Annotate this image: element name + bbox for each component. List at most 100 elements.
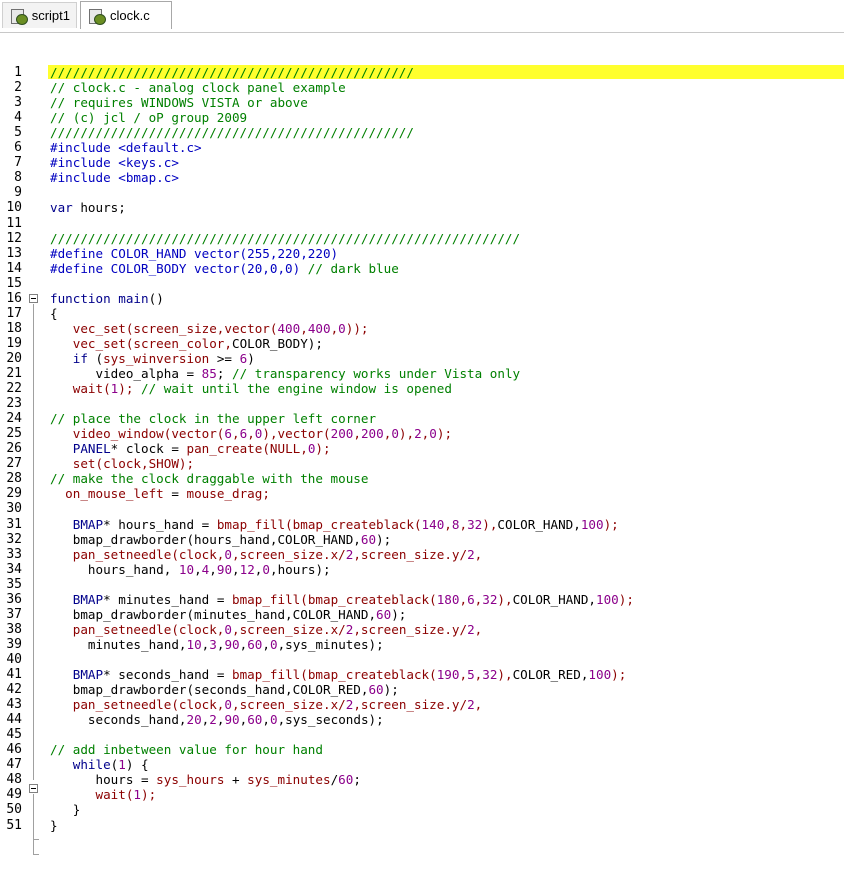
code-text: } <box>50 802 81 818</box>
code-line[interactable]: 5 ///////////////////////////////////////… <box>0 126 844 140</box>
code-line[interactable]: 19 vec_set(screen_color,COLOR_BODY); <box>0 336 844 351</box>
code-line[interactable]: 32 bmap_drawborder(hours_hand,COLOR_HAND… <box>0 532 844 547</box>
code-token: 100 <box>588 667 612 682</box>
code-token: BMAP <box>72 591 104 607</box>
code-token: , <box>194 561 202 577</box>
code-token: , <box>209 561 217 577</box>
line-number: 20 <box>6 350 22 366</box>
code-token: , <box>444 516 452 532</box>
code-line[interactable]: 10 var hours; <box>0 201 844 215</box>
code-text: hours_hand, 10,4,90,12,0,hours); <box>50 561 331 577</box>
fold-guide <box>33 794 34 839</box>
code-token: seconds_hand, <box>50 712 187 728</box>
code-token: ), <box>497 591 513 607</box>
code-line[interactable]: 31 BMAP* hours_hand = bmap_fill(bmap_cre… <box>0 516 844 532</box>
code-line[interactable]: 27 set(clock,SHOW); <box>0 457 844 471</box>
code-line[interactable]: 12 //////////////////////////////////////… <box>0 231 844 246</box>
code-line[interactable]: 18 vec_set(screen_size,vector(400,400,0)… <box>0 321 844 336</box>
code-text: wait(1); <box>50 787 157 803</box>
code-line[interactable]: 41 BMAP* seconds_hand = bmap_fill(bmap_c… <box>0 668 844 682</box>
code-token: #include <keys.c> <box>50 155 179 171</box>
code-line[interactable]: 9 <box>0 186 844 200</box>
tab-label: clock.c <box>110 8 150 23</box>
code-line[interactable]: 7 #include <keys.c> <box>0 156 844 170</box>
code-token: 0 <box>224 697 232 713</box>
code-line[interactable]: 23 <box>0 397 844 411</box>
code-line[interactable]: 50 } <box>0 803 844 817</box>
code-token: 6 <box>224 426 232 442</box>
code-text: vec_set(screen_size,vector(400,400,0)); <box>50 321 369 336</box>
code-line[interactable]: 34 hours_hand, 10,4,90,12,0,hours); <box>0 561 844 577</box>
code-line[interactable]: 13 #define COLOR_HAND vector(255,220,220) <box>0 246 844 261</box>
code-line[interactable]: 37 bmap_drawborder(minutes_hand,COLOR_HA… <box>0 607 844 622</box>
code-token: 60 <box>338 772 354 788</box>
code-token: 100 <box>596 591 619 607</box>
code-line[interactable]: 28 // make the clock draggable with the m… <box>0 472 844 486</box>
code-line[interactable]: 17 { <box>0 305 844 321</box>
code-line[interactable]: 43 pan_setneedle(clock,0,screen_size.x/2… <box>0 698 844 712</box>
code-line[interactable]: 45 <box>0 728 844 742</box>
line-number: 17 <box>6 305 22 321</box>
line-number: 43 <box>6 697 22 713</box>
code-line[interactable]: 25 video_window(vector(6,6,0),vector(200… <box>0 427 844 441</box>
code-line[interactable]: 40 <box>0 652 844 667</box>
code-line[interactable]: 48 hours = sys_hours + sys_minutes/60; <box>0 773 844 787</box>
code-line[interactable]: 20 if (sys_winversion >= 6) <box>0 350 844 366</box>
code-line[interactable]: 30 <box>0 502 844 516</box>
code-line[interactable]: 4 // (c) jcl / oP group 2009 <box>0 111 844 125</box>
line-number: 8 <box>14 170 22 186</box>
code-line[interactable]: 33 pan_setneedle(clock,0,screen_size.x/2… <box>0 547 844 562</box>
code-line[interactable]: 8 #include <bmap.c> <box>0 171 844 185</box>
code-line[interactable]: 42 bmap_drawborder(seconds_hand,COLOR_RE… <box>0 683 844 697</box>
code-token: ); <box>141 787 157 803</box>
code-token: 10 <box>186 636 202 652</box>
code-line[interactable]: 51} <box>0 818 844 833</box>
code-text: vec_set(screen_color,COLOR_BODY); <box>50 336 323 351</box>
code-token: } <box>50 802 81 818</box>
code-line[interactable]: 29 on_mouse_left = mouse_drag; <box>0 487 844 501</box>
code-line[interactable]: 47 while(1) { <box>0 758 844 772</box>
code-line[interactable]: 15 <box>0 276 844 291</box>
code-line[interactable]: 14 #define COLOR_BODY vector(20,0,0) // d… <box>0 261 844 276</box>
tab-script1[interactable]: script1 <box>2 2 77 28</box>
fold-collapse-icon[interactable] <box>29 294 38 303</box>
code-text: video_window(vector(6,6,0),vector(200,20… <box>50 427 452 441</box>
line-number: 9 <box>14 185 22 201</box>
code-text: ////////////////////////////////////////… <box>50 126 414 140</box>
code-line[interactable]: 35 <box>0 577 844 592</box>
line-number: 50 <box>6 802 22 818</box>
code-editor[interactable]: 1 ///////////////////////////////////////… <box>0 33 844 881</box>
tab-clock-c[interactable]: clock.c <box>80 1 172 29</box>
code-token: 0 <box>391 426 399 442</box>
code-text: // add inbetween value for hour hand <box>50 743 323 757</box>
code-token: ) <box>247 350 255 366</box>
code-line[interactable]: 36 BMAP* minutes_hand = bmap_fill(bmap_c… <box>0 591 844 607</box>
code-line[interactable]: 16 function main() <box>0 291 844 306</box>
code-line[interactable]: 44 seconds_hand,20,2,90,60,0,sys_seconds… <box>0 713 844 727</box>
code-token: = <box>163 486 187 502</box>
code-line[interactable]: 24 // place the clock in the upper left c… <box>0 412 844 426</box>
code-token: COLOR_HAND, <box>497 516 581 532</box>
code-line[interactable]: 6 #include <default.c> <box>0 141 844 155</box>
code-line[interactable]: 38 pan_setneedle(clock,0,screen_size.x/2… <box>0 622 844 637</box>
code-line[interactable]: 2 // clock.c - analog clock panel example <box>0 81 844 95</box>
code-text: if (sys_winversion >= 6) <box>50 350 255 366</box>
code-line[interactable]: 21 video_alpha = 85; // transparency wor… <box>0 367 844 381</box>
code-text: bmap_drawborder(minutes_hand,COLOR_HAND,… <box>50 607 407 622</box>
code-line[interactable]: 49 wait(1); <box>0 788 844 802</box>
code-line[interactable]: 46 // add inbetween value for hour hand <box>0 743 844 757</box>
fold-collapse-icon[interactable] <box>29 784 38 793</box>
line-number: 31 <box>6 516 22 532</box>
code-token: ); <box>118 381 134 397</box>
code-token: 100 <box>580 516 604 532</box>
code-line[interactable]: 39 minutes_hand,10,3,90,60,0,sys_minutes… <box>0 636 844 652</box>
code-token: 12 <box>239 561 255 577</box>
code-line[interactable]: 1 ///////////////////////////////////////… <box>0 66 844 80</box>
code-line[interactable]: 3 // requires WINDOWS VISTA or above <box>0 96 844 110</box>
code-line[interactable]: 22 wait(1); // wait until the engine win… <box>0 382 844 396</box>
code-line[interactable]: 11 <box>0 216 844 231</box>
line-number: 26 <box>6 441 22 457</box>
code-line[interactable]: 26 PANEL* clock = pan_create(NULL,0); <box>0 442 844 456</box>
